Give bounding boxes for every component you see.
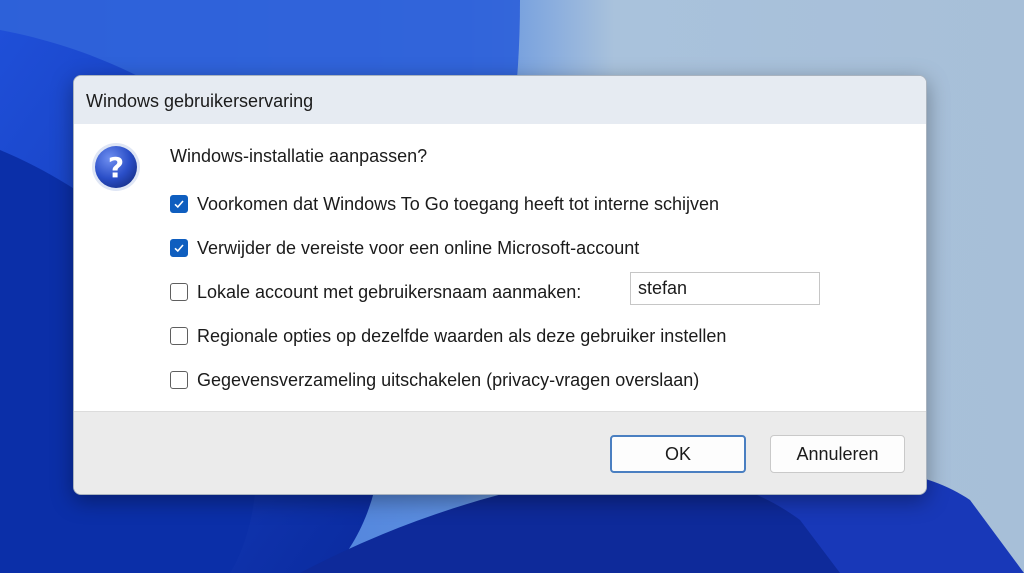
checkbox-remove-online-account[interactable] — [170, 239, 188, 257]
customize-install-dialog: Windows gebruikerservaring ? Windows-ins… — [73, 75, 927, 495]
checkbox-disable-data-collection[interactable] — [170, 371, 188, 389]
checkbox-regional-settings[interactable] — [170, 327, 188, 345]
dialog-footer: OK Annuleren — [74, 411, 926, 494]
svg-text:?: ? — [108, 151, 124, 184]
option-label: Voorkomen dat Windows To Go toegang heef… — [197, 194, 719, 214]
dialog-heading: Windows-installatie aanpassen? — [170, 146, 428, 166]
option-label: Gegevensverzameling uitschakelen (privac… — [197, 370, 700, 390]
question-icon: ? — [92, 143, 140, 191]
dialog-title: Windows gebruikerservaring — [86, 91, 314, 111]
username-input[interactable] — [630, 272, 820, 305]
cancel-button[interactable]: Annuleren — [770, 435, 905, 473]
dialog-titlebar[interactable]: Windows gebruikerservaring — [74, 76, 926, 124]
checkmark-icon — [174, 200, 184, 209]
dialog-content: ? Windows-installatie aanpassen? Voorkom… — [74, 124, 926, 411]
option-label: Regionale opties op dezelfde waarden als… — [197, 326, 727, 346]
checkbox-create-local-account[interactable] — [170, 283, 188, 301]
ok-button[interactable]: OK — [610, 435, 746, 473]
option-label: Verwijder de vereiste voor een online Mi… — [197, 238, 640, 258]
option-label: Lokale account met gebruikersnaam aanmak… — [197, 282, 582, 302]
checkmark-icon — [174, 244, 184, 253]
checkbox-block-windows-to-go[interactable] — [170, 195, 188, 213]
